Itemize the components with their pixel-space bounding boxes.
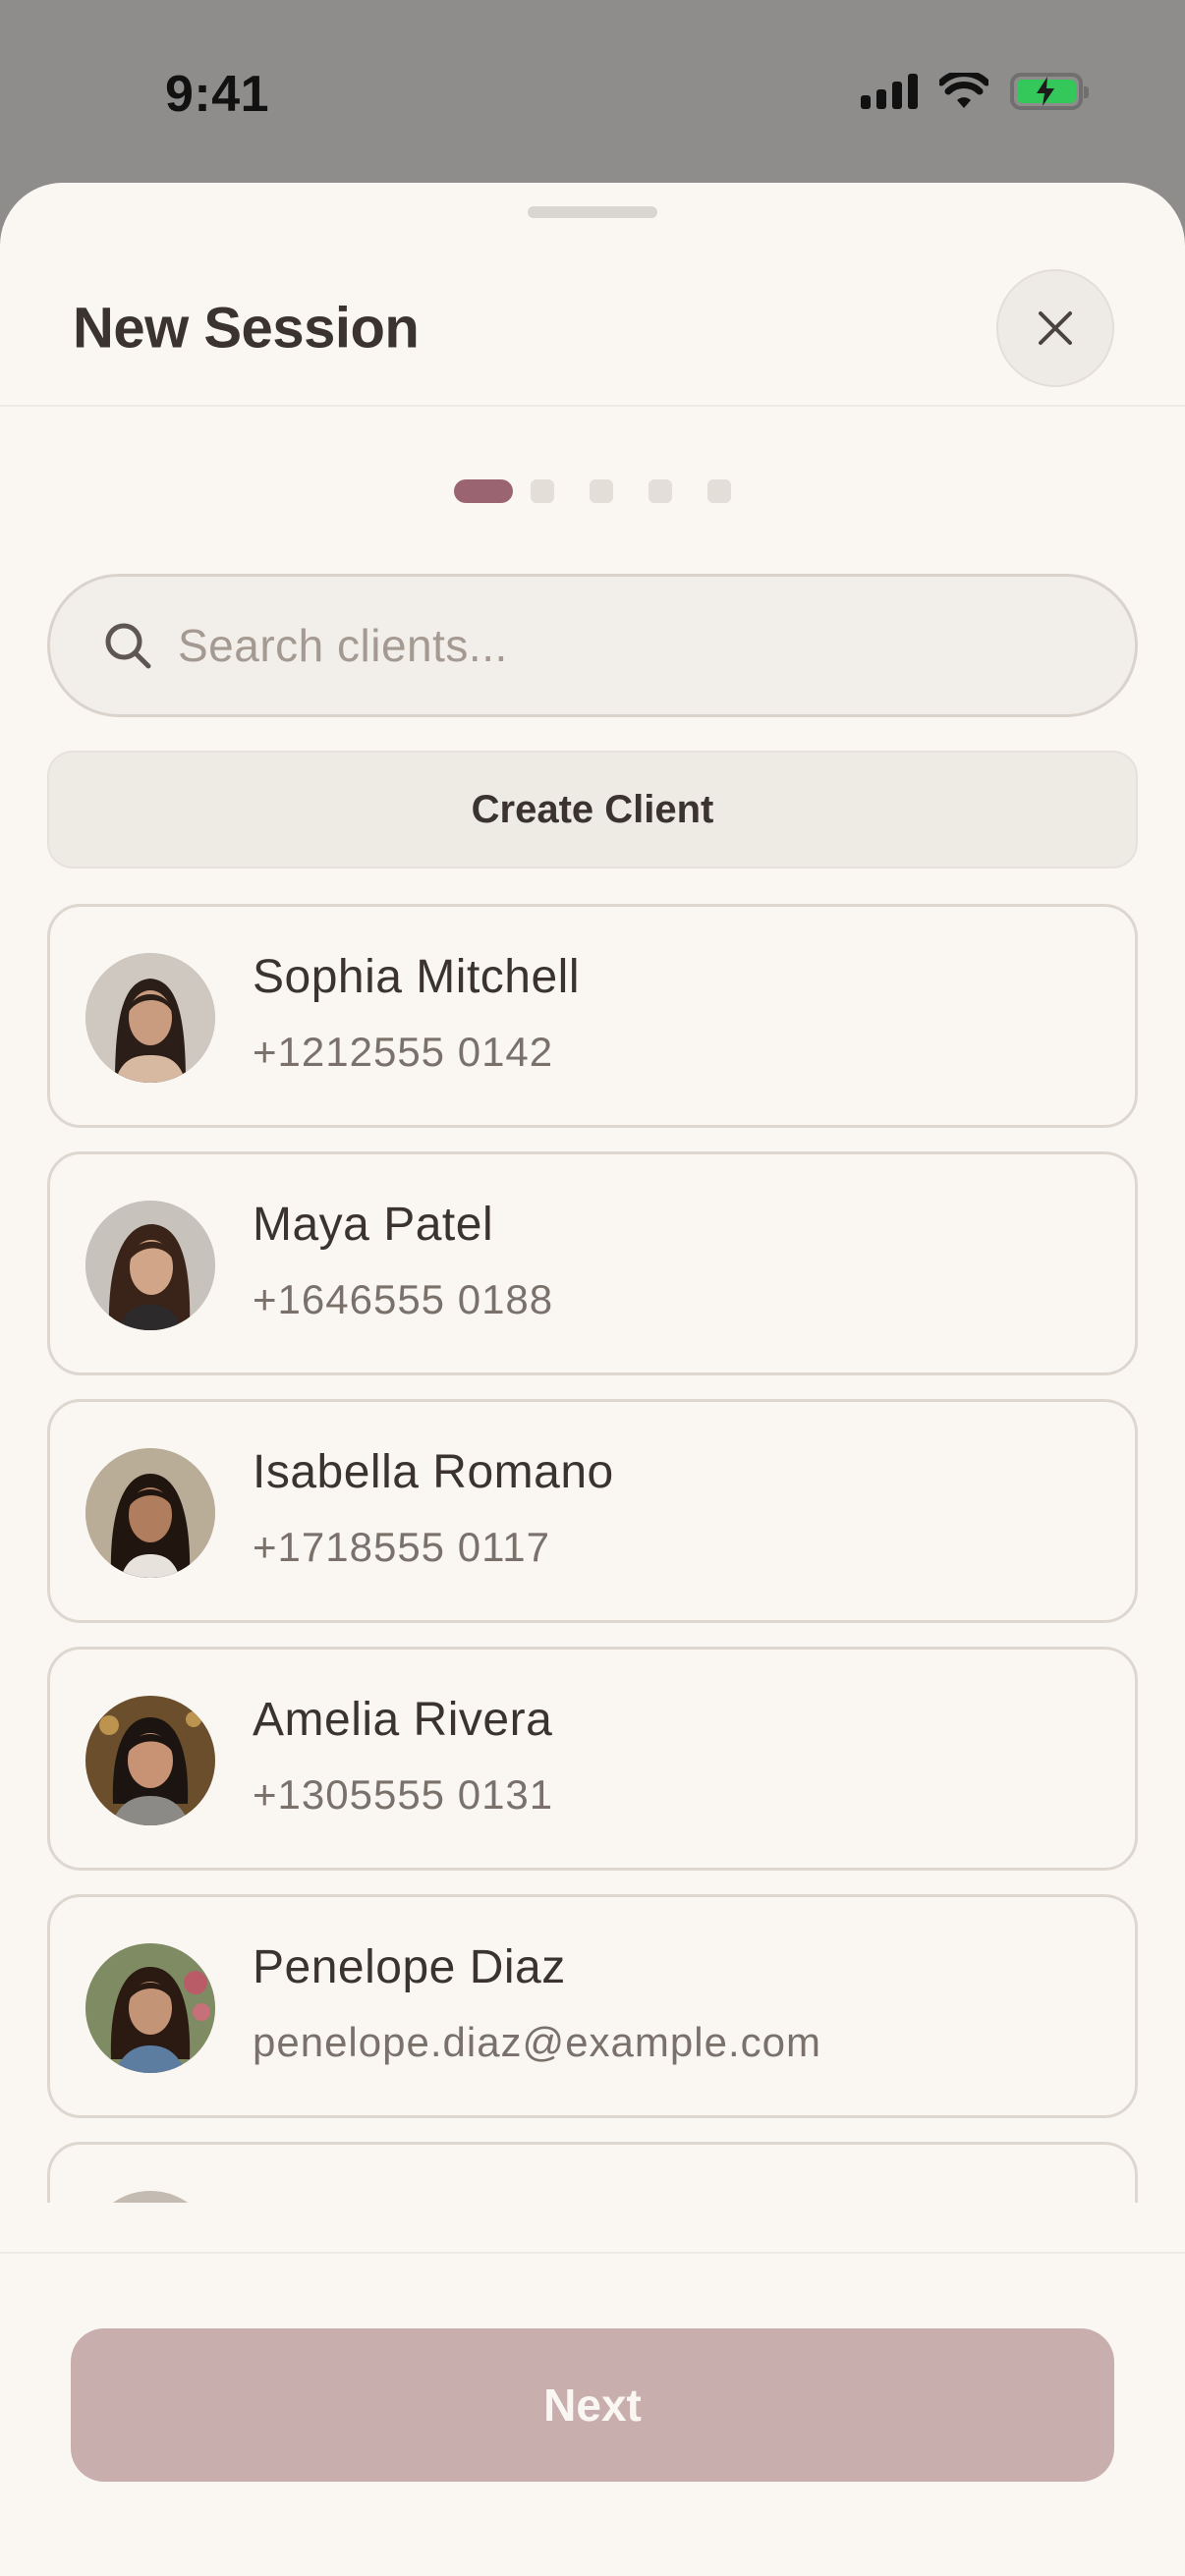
client-email: penelope.diaz@example.com xyxy=(253,2019,821,2065)
client-list[interactable]: Sophia Mitchell +1212555 0142 Maya Patel… xyxy=(0,904,1185,2203)
client-card[interactable]: Penelope Diaz penelope.diaz@example.com xyxy=(47,1894,1138,2118)
step-dot-2 xyxy=(531,479,554,503)
next-button[interactable]: Next xyxy=(71,2328,1114,2482)
sheet-grabber[interactable] xyxy=(528,206,657,218)
client-card[interactable]: Isabella Romano +1718555 0117 xyxy=(47,1399,1138,1623)
avatar xyxy=(85,1943,215,2073)
battery-icon xyxy=(1010,73,1089,110)
status-time: 9:41 xyxy=(165,66,270,123)
create-client-button[interactable]: Create Client xyxy=(47,751,1138,868)
client-card[interactable] xyxy=(47,2142,1138,2203)
avatar xyxy=(85,1696,215,1825)
search-bar[interactable] xyxy=(47,574,1138,717)
cellular-signal-icon xyxy=(861,74,918,109)
wifi-icon xyxy=(939,73,988,108)
step-dot-4 xyxy=(649,479,672,503)
client-card[interactable]: Amelia Rivera +1305555 0131 xyxy=(47,1647,1138,1871)
avatar xyxy=(85,1448,215,1578)
step-dot-1-active xyxy=(454,479,513,503)
client-card[interactable]: Maya Patel +1646555 0188 xyxy=(47,1151,1138,1375)
sheet-title: New Session xyxy=(73,296,420,361)
client-phone: +1212555 0142 xyxy=(253,1029,554,1075)
client-name: Penelope Diaz xyxy=(253,1941,566,1993)
search-input[interactable] xyxy=(178,619,1062,672)
client-name: Isabella Romano xyxy=(253,1446,614,1498)
client-name: Maya Patel xyxy=(253,1199,494,1251)
client-card[interactable]: Sophia Mitchell +1212555 0142 xyxy=(47,904,1138,1128)
close-button[interactable] xyxy=(996,269,1114,387)
avatar xyxy=(85,1201,215,1330)
close-icon xyxy=(1039,311,1072,345)
avatar xyxy=(85,2191,215,2203)
charging-bolt-icon xyxy=(1037,77,1054,106)
status-icons xyxy=(861,73,1089,110)
step-indicator xyxy=(0,479,1185,503)
status-bar: 9:41 xyxy=(0,0,1185,183)
sheet-footer: Next xyxy=(0,2252,1185,2576)
search-icon xyxy=(105,623,151,669)
avatar xyxy=(85,953,215,1083)
client-name: Amelia Rivera xyxy=(253,1694,553,1746)
client-name: Sophia Mitchell xyxy=(253,951,580,1003)
step-dot-3 xyxy=(590,479,613,503)
sheet-header: New Session xyxy=(0,242,1185,407)
client-phone: +1718555 0117 xyxy=(253,1524,551,1570)
step-dot-5 xyxy=(707,479,731,503)
new-session-sheet: New Session Create Client xyxy=(0,183,1185,2576)
client-phone: +1646555 0188 xyxy=(253,1276,554,1322)
client-phone: +1305555 0131 xyxy=(253,1771,554,1818)
